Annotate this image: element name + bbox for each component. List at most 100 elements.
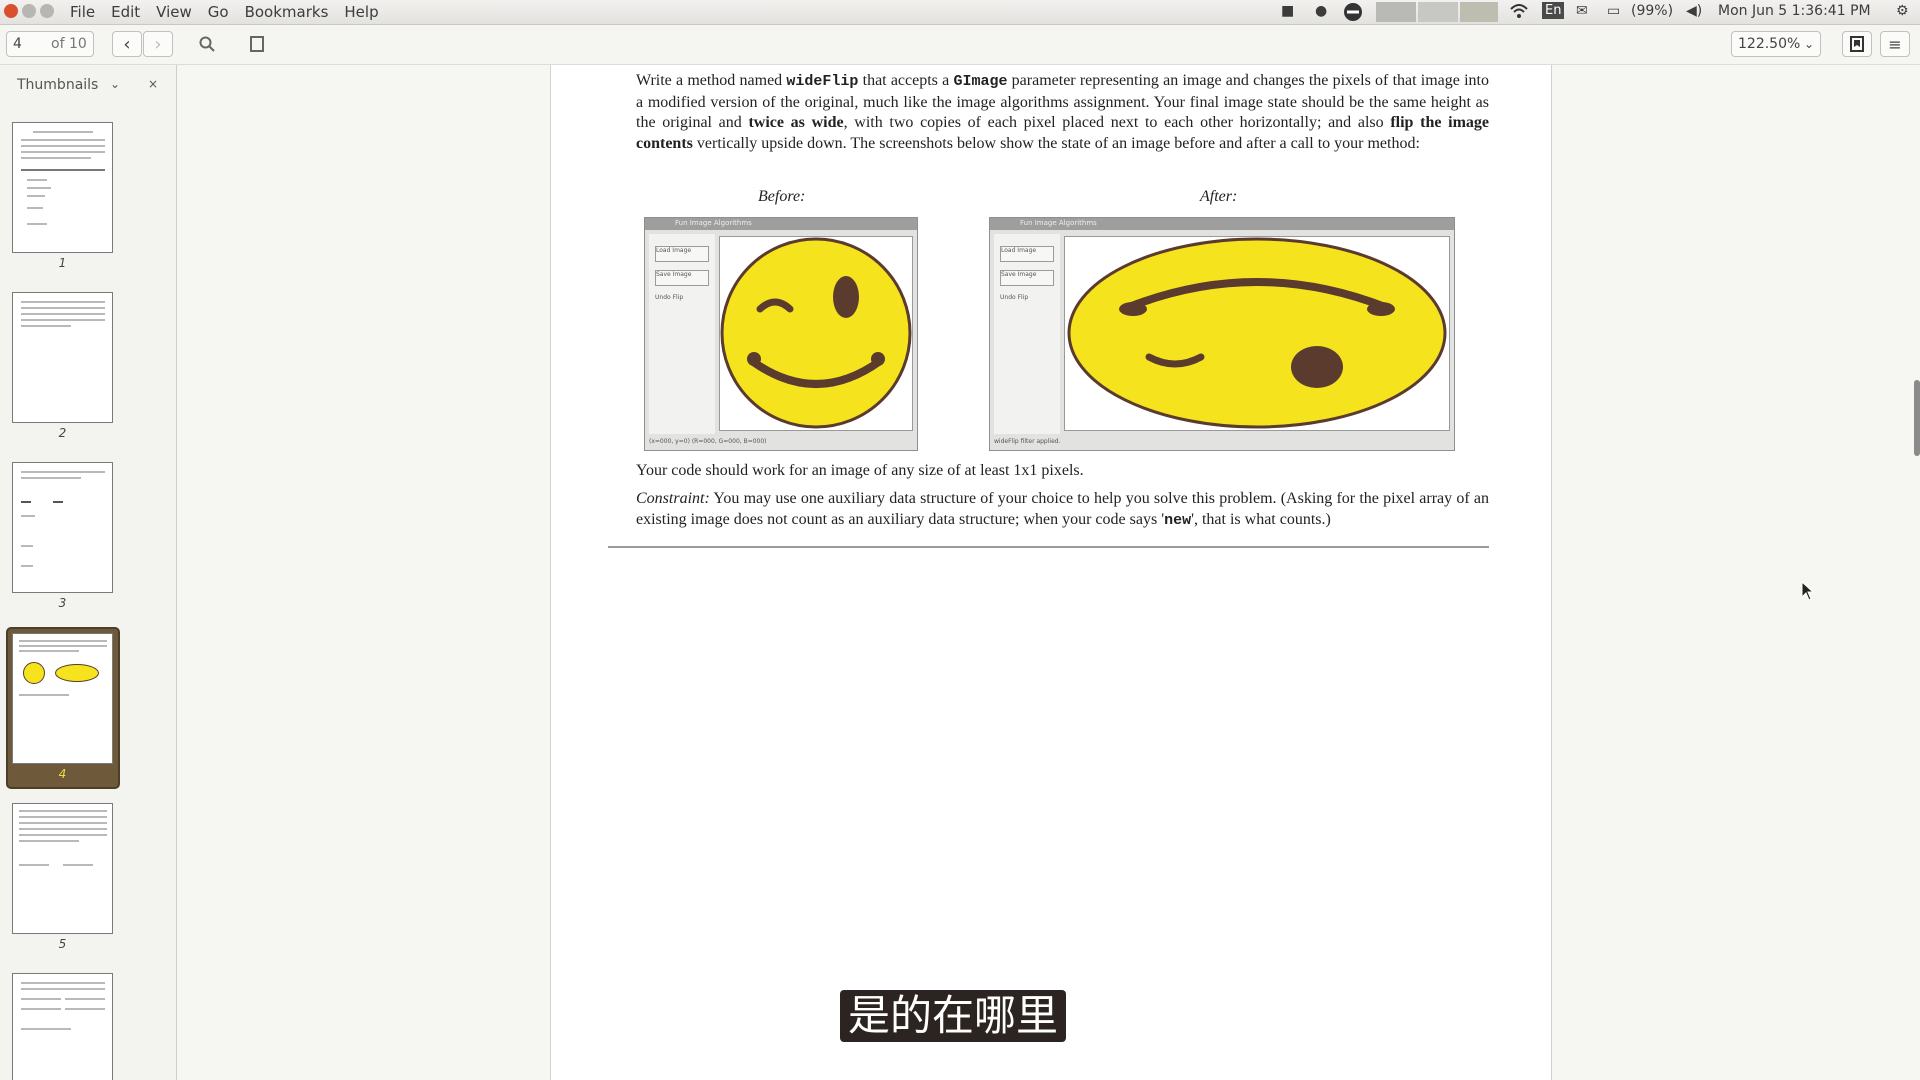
menu-go[interactable]: Go: [208, 3, 229, 21]
menu-button[interactable]: ≡: [1880, 31, 1910, 57]
chevron-down-icon: ⌄: [1803, 37, 1814, 51]
page-layout-button[interactable]: [244, 31, 270, 57]
next-page-button[interactable]: ›: [143, 31, 173, 57]
after-screenshot: Fun Image Algorithms Load Image Save Ima…: [989, 217, 1455, 451]
menu-bookmarks[interactable]: Bookmarks: [245, 3, 329, 21]
window-title: Fun Image Algorithms: [1020, 219, 1097, 227]
menu-view[interactable]: View: [156, 3, 192, 21]
top-menubar: File Edit View Go Bookmarks Help ■ ● En …: [0, 0, 1920, 25]
keyboard-layout-indicator[interactable]: En: [1542, 2, 1565, 19]
menu-list: File Edit View Go Bookmarks Help: [70, 3, 379, 21]
close-sidebar-icon[interactable]: ×: [148, 77, 158, 91]
before-caption: Before:: [758, 188, 806, 205]
before-screenshot: Fun Image Algorithms Load Image Save Ima…: [644, 217, 918, 451]
page-thumbnail-1[interactable]: [12, 122, 113, 253]
save-image-button: Save Image: [1000, 270, 1054, 286]
mouse-cursor-icon: [1801, 581, 1815, 601]
method-name-code: wideFlip: [786, 73, 859, 90]
volume-icon[interactable]: ◀): [1686, 3, 1702, 19]
wifi-icon[interactable]: [1510, 3, 1528, 23]
button-label: Load Image: [1001, 247, 1037, 254]
load-image-button: Load Image: [1000, 246, 1054, 262]
page-thumbnail-6[interactable]: [12, 973, 113, 1080]
maximize-window-icon[interactable]: [40, 4, 54, 18]
thumbnail-label: 1: [58, 256, 67, 270]
battery-icon[interactable]: ▭: [1607, 3, 1620, 19]
chevron-down-icon[interactable]: ⌄: [110, 77, 120, 91]
sidebar-header: Thumbnails ⌄ ×: [0, 77, 176, 101]
minimize-window-icon[interactable]: [22, 4, 36, 18]
text: You may use one auxiliary data structure…: [636, 490, 1489, 528]
save-image-button: Save Image: [655, 270, 709, 286]
smiley-face-image: [720, 237, 912, 429]
menu-file[interactable]: File: [70, 3, 95, 21]
text: ', that is what counts.): [1191, 510, 1331, 528]
new-keyword-code: new: [1164, 511, 1192, 529]
chevron-right-icon: ›: [154, 33, 162, 55]
constraint-paragraph: Constraint: You may use one auxiliary da…: [636, 489, 1489, 531]
page-total-label: of 10: [51, 36, 87, 52]
size-requirement: Your code should work for an image of an…: [636, 462, 1084, 479]
page-icon: [250, 36, 264, 52]
page-selector[interactable]: 4 of 10: [6, 31, 94, 57]
menu-edit[interactable]: Edit: [111, 3, 140, 21]
zoom-value: 122.50%: [1738, 36, 1801, 52]
cpu-graph-icon[interactable]: [1376, 2, 1416, 22]
problem-description: Write a method named wideFlip that accep…: [636, 71, 1489, 154]
page-thumbnail-3[interactable]: [12, 462, 113, 593]
horizontal-rule: [608, 546, 1489, 548]
battery-percent: (99%): [1631, 3, 1674, 19]
status-text: wideFlip filter applied.: [994, 438, 1061, 445]
menu-help[interactable]: Help: [344, 3, 378, 21]
clock[interactable]: Mon Jun 5 1:36:41 PM: [1718, 3, 1871, 19]
thumbnail-label: 3: [58, 596, 67, 610]
text: , with two copies of each pixel placed n…: [843, 114, 1391, 131]
zoom-select[interactable]: 122.50% ⌄: [1731, 31, 1821, 57]
after-caption: After:: [1200, 188, 1238, 205]
settings-gear-icon[interactable]: ⚙: [1896, 3, 1909, 19]
load-image-button: Load Image: [655, 246, 709, 262]
thumbnail-label: 4: [58, 767, 67, 781]
chevron-left-icon: ‹: [123, 33, 131, 55]
page-thumbnail-5[interactable]: [12, 803, 113, 934]
camera-icon[interactable]: ■: [1281, 3, 1294, 19]
side-label: Undo Flip: [655, 294, 684, 301]
sync-icon[interactable]: ●: [1315, 3, 1327, 19]
button-label: Save Image: [656, 271, 692, 278]
side-panel: Load Image Save Image Undo Flip: [994, 234, 1060, 434]
mail-icon[interactable]: ✉: [1576, 3, 1588, 19]
hamburger-menu-icon: ≡: [1888, 34, 1902, 54]
emphasis: twice as wide: [748, 114, 844, 131]
status-text: (x=000, y=0) (R=000, G=000, B=000): [649, 438, 767, 445]
text: Write a method named: [636, 72, 787, 89]
vertical-scrollbar[interactable]: [1914, 380, 1920, 456]
sidebar-title[interactable]: Thumbnails: [17, 77, 98, 93]
button-label: Save Image: [1001, 271, 1037, 278]
page-thumbnail-4[interactable]: [12, 633, 113, 764]
text: vertically upside down. The screenshots …: [692, 134, 1420, 152]
side-label: Undo Flip: [1000, 294, 1029, 301]
block-icon[interactable]: [1343, 2, 1363, 26]
search-icon: [199, 36, 215, 52]
image-canvas: [719, 236, 913, 431]
previous-page-button[interactable]: ‹: [112, 31, 142, 57]
window-titlebar: Fun Image Algorithms: [645, 218, 917, 230]
video-subtitle: 是的在哪里: [840, 990, 1067, 1042]
thumbnail-label: 2: [58, 426, 67, 440]
window-title: Fun Image Algorithms: [675, 219, 752, 227]
wide-flipped-smiley-image: [1067, 237, 1447, 429]
viewer-toolbar: 4 of 10 ‹ › 122.50% ⌄ ≡: [0, 25, 1920, 65]
text: that accepts a: [858, 72, 954, 89]
network-graph-icon[interactable]: [1460, 2, 1498, 22]
window-titlebar: Fun Image Algorithms: [990, 218, 1454, 230]
button-label: Load Image: [656, 247, 692, 254]
page-thumbnail-2[interactable]: [12, 292, 113, 423]
thumbnail-label: 5: [58, 937, 67, 951]
close-window-icon[interactable]: [4, 4, 18, 18]
search-button[interactable]: [192, 31, 222, 57]
type-name-code: GImage: [953, 73, 1008, 90]
page-number-input[interactable]: 4: [7, 36, 37, 52]
side-panel: Load Image Save Image Undo Flip: [649, 234, 715, 434]
bookmark-button[interactable]: [1842, 31, 1872, 57]
memory-graph-icon[interactable]: [1418, 2, 1458, 22]
